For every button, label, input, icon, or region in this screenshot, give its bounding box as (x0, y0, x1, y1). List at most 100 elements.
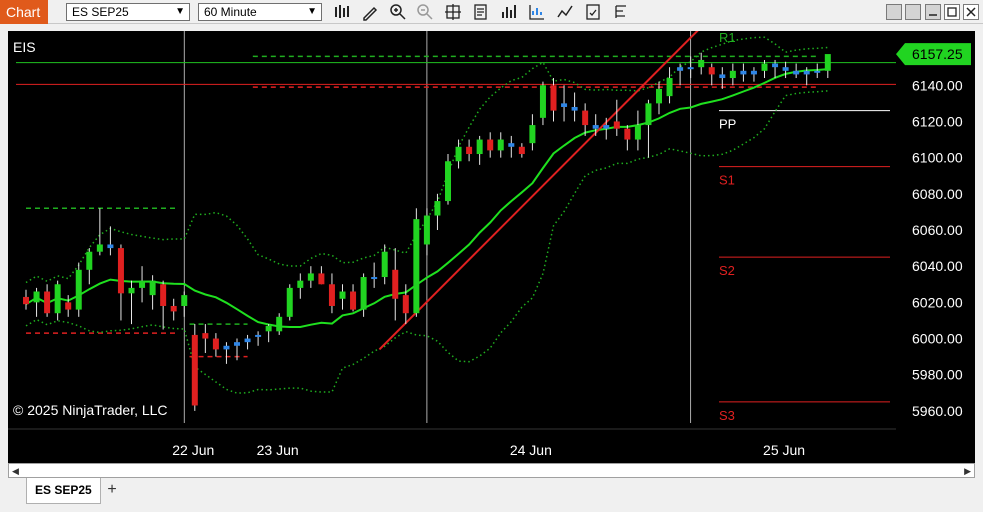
y-tick-label: 6040.00 (912, 258, 963, 274)
candle-body (434, 201, 441, 216)
candle-body (634, 125, 641, 140)
candle-body (402, 295, 409, 314)
y-tick-label: 5980.00 (912, 367, 963, 383)
candle-body (223, 345, 230, 350)
candle-body (297, 280, 304, 288)
candle-body (318, 273, 325, 285)
candle-body (265, 325, 272, 332)
candle-body (191, 334, 198, 406)
crosshair-icon[interactable] (444, 3, 462, 21)
templates-icon[interactable] (584, 3, 602, 21)
candle-body (455, 146, 462, 162)
candle-body (423, 215, 430, 245)
y-tick-label: 6100.00 (912, 150, 963, 166)
candle-body (381, 251, 388, 278)
candle-body (782, 67, 789, 71)
candle-body (582, 110, 589, 126)
candle-body (550, 85, 557, 111)
y-tick-label: 5960.00 (912, 403, 963, 419)
candle-body (708, 67, 715, 75)
candle-body (750, 70, 757, 75)
interval-selector[interactable]: 60 Minute ▼ (198, 3, 322, 21)
toolbar: Chart ES SEP25 ▼ 60 Minute ▼ (0, 0, 983, 24)
candle-body (645, 103, 652, 126)
instrument-selector[interactable]: ES SEP25 ▼ (66, 3, 190, 21)
close-button[interactable] (963, 4, 979, 20)
zoom-in-icon[interactable] (389, 3, 407, 21)
x-tick-label: 22 Jun (172, 442, 214, 458)
candle-body (613, 121, 620, 129)
scroll-right-icon[interactable]: ▶ (964, 466, 971, 477)
chart-window-label: Chart (0, 0, 48, 24)
candle-body (624, 128, 631, 140)
x-tick-label: 24 Jun (510, 442, 552, 458)
candle-body (592, 125, 599, 129)
candle-body (539, 85, 546, 118)
indicators-icon[interactable] (528, 3, 546, 21)
candle-body (824, 54, 831, 71)
maximize-button[interactable] (944, 4, 960, 20)
candle-body (160, 284, 167, 306)
pivot-label-s2: S2 (719, 263, 735, 278)
candle-body (561, 103, 568, 107)
candle-body (170, 305, 177, 312)
candle-body (371, 277, 378, 280)
y-tick-label: 6060.00 (912, 222, 963, 238)
y-tick-label: 6000.00 (912, 331, 963, 347)
pivot-label-s3: S3 (719, 408, 735, 423)
candle-body (244, 338, 251, 343)
candle-body (666, 78, 673, 97)
instrument-value: ES SEP25 (72, 5, 129, 19)
candle-body (677, 67, 684, 71)
candle-body (529, 125, 536, 144)
candle-body (803, 70, 810, 75)
candle-body (149, 280, 156, 296)
candle-body (656, 88, 662, 104)
candle-body (117, 248, 124, 294)
candle-body (181, 295, 188, 306)
candle-body (466, 146, 473, 155)
candle-body (212, 338, 219, 350)
y-tick-label: 6120.00 (912, 113, 963, 129)
candle-body (107, 244, 114, 249)
candle-body (814, 70, 821, 73)
properties-icon[interactable] (472, 3, 490, 21)
candle-body (54, 284, 61, 314)
candle-body (286, 287, 293, 317)
candle-body (202, 333, 209, 339)
candle-body (687, 67, 694, 70)
zoom-out-icon[interactable] (416, 3, 434, 21)
pivot-label-r1: R1 (719, 31, 736, 45)
bar-type-icon[interactable] (333, 3, 351, 21)
candle-body (96, 244, 103, 252)
tab-es-sep25[interactable]: ES SEP25 (26, 478, 101, 504)
scroll-left-icon[interactable]: ◀ (12, 466, 19, 477)
window-tile-button[interactable] (886, 4, 902, 20)
window-options-button[interactable] (905, 4, 921, 20)
candle-body (360, 277, 367, 310)
price-chart[interactable]: R1 PP S1 S2 S3 6140.00 6120.00 6100.00 6080.00 60… (8, 31, 975, 463)
minimize-button[interactable] (925, 4, 941, 20)
candle-body (276, 316, 283, 332)
chart-trader-icon[interactable] (612, 3, 630, 21)
add-tab-button[interactable]: + (103, 482, 121, 500)
minimize-icon (929, 14, 937, 16)
candle-body (445, 161, 451, 202)
horizontal-scrollbar[interactable]: ◀ ▶ (8, 463, 975, 478)
drawing-tools-icon[interactable] (361, 3, 379, 21)
candle-body (44, 291, 51, 314)
chart-panel[interactable]: R1 PP S1 S2 S3 6140.00 6120.00 6100.00 6080.00 60… (8, 31, 975, 463)
strategies-icon[interactable] (556, 3, 574, 21)
pivot-label-s1: S1 (719, 173, 735, 188)
trend-line (378, 31, 699, 351)
close-icon (966, 7, 976, 17)
candle-body (139, 280, 146, 288)
data-series-icon[interactable] (500, 3, 518, 21)
candle-body (413, 219, 420, 314)
candle-body (75, 269, 82, 310)
candle-body (234, 342, 240, 346)
interval-value: 60 Minute (204, 5, 257, 19)
y-tick-label: 6020.00 (912, 294, 963, 310)
candle-body (497, 139, 504, 151)
candle-body (772, 63, 779, 68)
